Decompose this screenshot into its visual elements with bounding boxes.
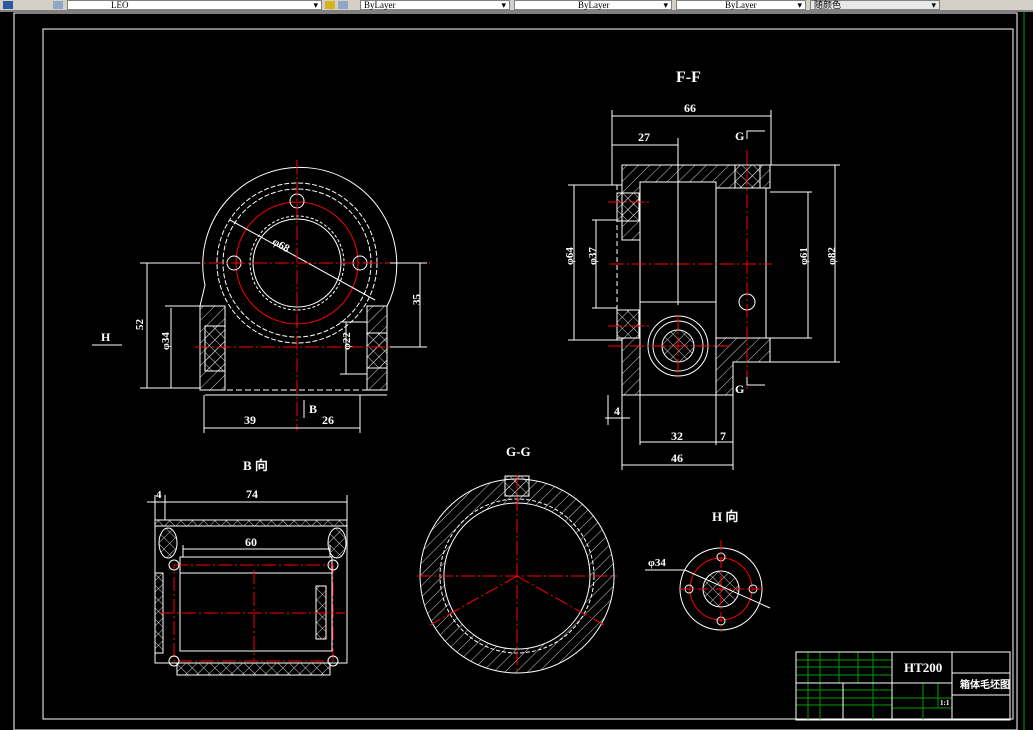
section-gg xyxy=(417,475,617,674)
view-b xyxy=(147,495,348,676)
dim-d34-h: φ34 xyxy=(648,557,666,569)
sheet-border xyxy=(13,12,1018,730)
dim-d34: φ34 xyxy=(160,332,172,350)
chevron-down-icon: ▾ xyxy=(313,0,318,10)
dim-35: 35 xyxy=(411,294,423,306)
dim-d61: φ61 xyxy=(798,247,810,265)
properties-toolbar: LEO ▾ ByLayer ▾ ByLayer ▾ ByLayer ▾ 随颜色 ▾ xyxy=(0,0,1033,12)
dim-d22: φ22 xyxy=(341,332,353,350)
plotstyle-dropdown[interactable]: 随颜色 ▾ xyxy=(810,0,940,10)
view-h xyxy=(645,540,771,632)
view-arrow-b: B xyxy=(309,402,317,416)
dim-d37: φ37 xyxy=(587,247,599,265)
layer-states-icon[interactable] xyxy=(53,1,63,9)
view-h-title: H 向 xyxy=(712,509,738,524)
chevron-down-icon: ▾ xyxy=(501,0,506,10)
color-dropdown[interactable]: ByLayer ▾ xyxy=(360,0,510,10)
drawing-frame xyxy=(42,28,1014,720)
chevron-down-icon: ▾ xyxy=(797,0,802,10)
material-label: HT200 xyxy=(904,660,942,675)
chevron-down-icon: ▾ xyxy=(931,0,936,10)
dim-60: 60 xyxy=(245,535,257,549)
cut-label-g-bottom: G xyxy=(735,382,744,396)
dim-d64: φ64 xyxy=(564,247,576,265)
dim-66: 66 xyxy=(684,101,696,115)
dim-46: 46 xyxy=(671,451,683,465)
linetype-dropdown[interactable]: ByLayer ▾ xyxy=(514,0,672,10)
drawing-canvas[interactable]: 52 φ34 φ22 35 φ68 39 26 H B F-F 66 27 φ6… xyxy=(0,12,1033,730)
section-ff xyxy=(568,110,840,470)
section-gg-title: G-G xyxy=(506,444,531,459)
dim-27: 27 xyxy=(638,130,650,144)
layer-previous-icon[interactable] xyxy=(338,1,348,9)
dim-4: 4 xyxy=(156,489,162,501)
view-arrow-h: H xyxy=(101,330,111,344)
dim-32: 32 xyxy=(671,429,683,443)
front-view xyxy=(92,160,430,433)
lineweight-dropdown[interactable]: ByLayer ▾ xyxy=(676,0,806,10)
drawing-name: 箱体毛坯图 xyxy=(960,678,1010,691)
dim-d82: φ82 xyxy=(826,247,838,265)
make-current-layer-icon[interactable] xyxy=(325,1,335,9)
dim-7: 7 xyxy=(720,429,726,443)
dim-39: 39 xyxy=(244,413,256,427)
section-ff-title: F-F xyxy=(676,69,701,86)
dim-4: 4 xyxy=(614,404,620,418)
dim-74: 74 xyxy=(246,487,258,501)
dim-26: 26 xyxy=(322,413,334,427)
layer-dropdown[interactable]: LEO ▾ xyxy=(67,0,322,10)
scale-value: 1:1 xyxy=(940,699,950,707)
cut-label-g-top: G xyxy=(735,129,744,143)
chevron-down-icon: ▾ xyxy=(663,0,668,10)
view-b-title: B 向 xyxy=(243,458,268,473)
dim-52: 52 xyxy=(134,319,146,331)
layer-manager-icon[interactable] xyxy=(3,1,13,9)
